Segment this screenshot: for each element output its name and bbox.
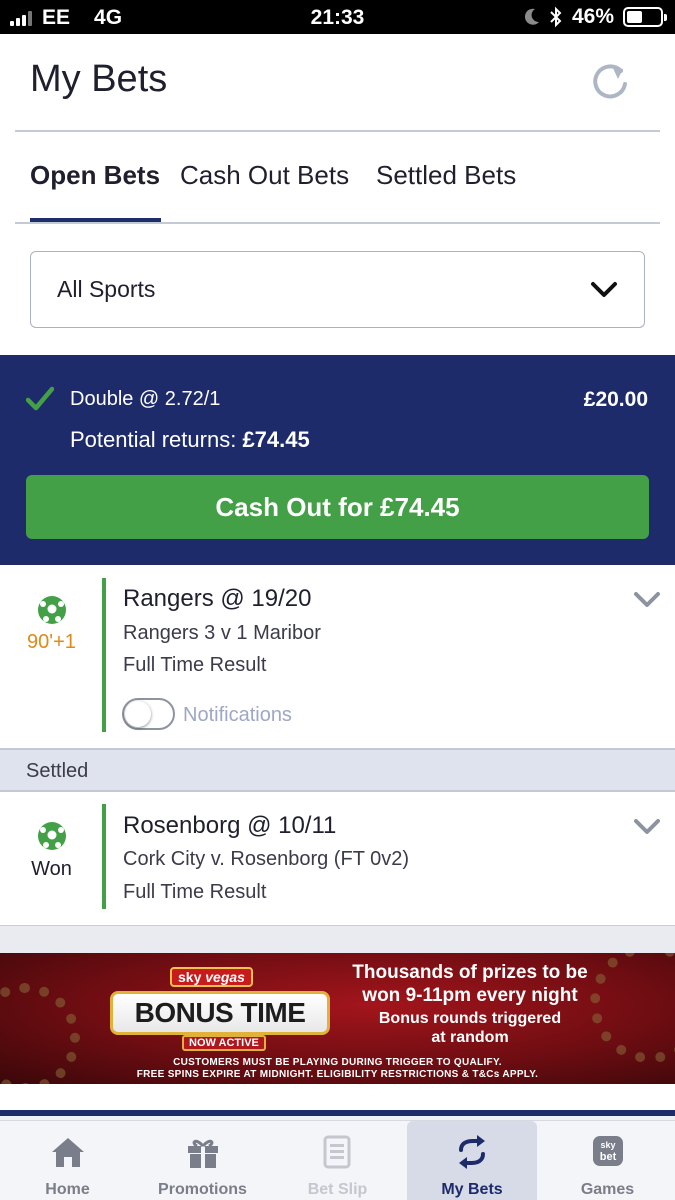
settled-section-header: Settled: [0, 748, 675, 792]
bet-type: Double @ 2.72/1: [70, 388, 221, 410]
promo-subline-1: Bonus rounds triggered: [378, 1010, 562, 1027]
refresh-icon[interactable]: [588, 60, 632, 104]
added-time: +1: [53, 631, 76, 653]
tabs-divider: [15, 222, 660, 224]
tab-settled-bets[interactable]: Settled Bets: [376, 160, 516, 191]
settled-heading: Settled: [26, 760, 89, 782]
page-title: My Bets: [30, 58, 168, 100]
svg-text:sky: sky: [600, 1140, 615, 1150]
cash-out-button[interactable]: Cash Out for £74.45: [26, 475, 649, 539]
football-icon: [38, 822, 66, 850]
promo-text: Thousands of prizes to be won 9-11pm eve…: [330, 961, 610, 1047]
potential-returns: Potential returns: £74.45: [70, 427, 310, 453]
promo-terms-2: FREE SPINS EXPIRE AT MIDNIGHT. ELIGIBILI…: [136, 1069, 539, 1080]
selection-title: Rangers @ 19/20: [123, 585, 312, 612]
selection-match: Cork City v. Rosenborg (FT 0v2): [123, 848, 410, 870]
header-divider: [15, 130, 660, 132]
sport-filter-value: All Sports: [57, 276, 156, 302]
svg-text:bet: bet: [600, 1151, 617, 1163]
bottom-nav: Home Promotions Bet Slip My Bets sky bet: [0, 1120, 675, 1200]
selection-market: Full Time Result: [123, 881, 267, 903]
nav-home-label: Home: [45, 1181, 90, 1198]
selection-title: Rosenborg @ 10/11: [123, 812, 337, 839]
tab-cash-out-bets[interactable]: Cash Out Bets: [180, 160, 349, 191]
bet-selection: Won Rosenborg @ 10/11 Cork City v. Rosen…: [0, 792, 675, 925]
nav-my-bets-label: My Bets: [441, 1181, 503, 1198]
notifications-toggle[interactable]: [122, 698, 175, 730]
moon-icon: [524, 8, 539, 25]
bluetooth-icon: [550, 6, 562, 28]
promo-terms-1: CUSTOMERS MUST BE PLAYING DURING TRIGGER…: [173, 1057, 502, 1068]
selection-match: Rangers 3 v 1 Maribor: [123, 622, 321, 644]
skybet-icon: sky bet: [593, 1136, 623, 1166]
section-spacer: [0, 925, 675, 953]
now-active-badge: NOW ACTIVE: [182, 1035, 266, 1051]
selection-market: Full Time Result: [123, 654, 267, 676]
promo-headline-1: Thousands of prizes to be: [352, 962, 588, 983]
nav-games[interactable]: sky bet Games: [540, 1121, 675, 1200]
football-icon: [38, 596, 66, 624]
nav-bet-slip[interactable]: Bet Slip: [270, 1121, 405, 1200]
chevron-down-icon[interactable]: [633, 591, 661, 609]
match-minute: 90': [27, 631, 54, 653]
nav-my-bets[interactable]: My Bets: [407, 1121, 537, 1200]
sport-filter-select[interactable]: All Sports: [30, 251, 645, 328]
potential-returns-label: Potential returns:: [70, 427, 237, 452]
tab-open-bets[interactable]: Open Bets: [30, 160, 160, 191]
bet-stake: £20.00: [583, 388, 648, 411]
checkmark-icon: [26, 386, 54, 411]
betslip-icon: [323, 1135, 351, 1169]
nav-home[interactable]: Home: [0, 1121, 135, 1200]
sky-vegas-badge: sky vegas: [170, 967, 253, 987]
home-icon: [52, 1138, 84, 1167]
bet-card: Double @ 2.72/1 £20.00 Potential returns…: [0, 355, 675, 565]
promo-terms: CUSTOMERS MUST BE PLAYING DURING TRIGGER…: [0, 1057, 675, 1081]
promo-banner[interactable]: sky vegas BONUS TIME NOW ACTIVE Thousand…: [0, 953, 675, 1084]
selection-status-bar: [102, 578, 106, 732]
promo-subline-2: at random: [431, 1029, 509, 1046]
nav-games-label: Games: [580, 1181, 635, 1198]
swap-arrows-icon: [459, 1135, 485, 1169]
potential-returns-value: £74.45: [242, 427, 310, 452]
notifications-label: Notifications: [183, 704, 292, 726]
promo-headline-2: won 9-11pm every night: [362, 985, 578, 1006]
chevron-down-icon[interactable]: [633, 818, 661, 836]
battery-icon: [623, 7, 667, 27]
battery-percent: 46%: [571, 5, 614, 28]
gift-icon: [188, 1139, 218, 1168]
nav-bet-slip-label: Bet Slip: [307, 1181, 368, 1198]
nav-promotions[interactable]: Promotions: [135, 1121, 270, 1200]
chevron-down-icon: [591, 282, 617, 297]
match-clock: 90'+1: [0, 631, 103, 654]
status-bar: EE 4G 21:33 46%: [0, 0, 675, 34]
selection-status-bar: [102, 804, 106, 909]
bonus-time-text: BONUS TIME: [110, 991, 330, 1035]
bet-selection: 90'+1 Rangers @ 19/20 Rangers 3 v 1 Mari…: [0, 565, 675, 748]
nav-promotions-label: Promotions: [158, 1181, 247, 1198]
selection-result: Won: [31, 858, 72, 880]
